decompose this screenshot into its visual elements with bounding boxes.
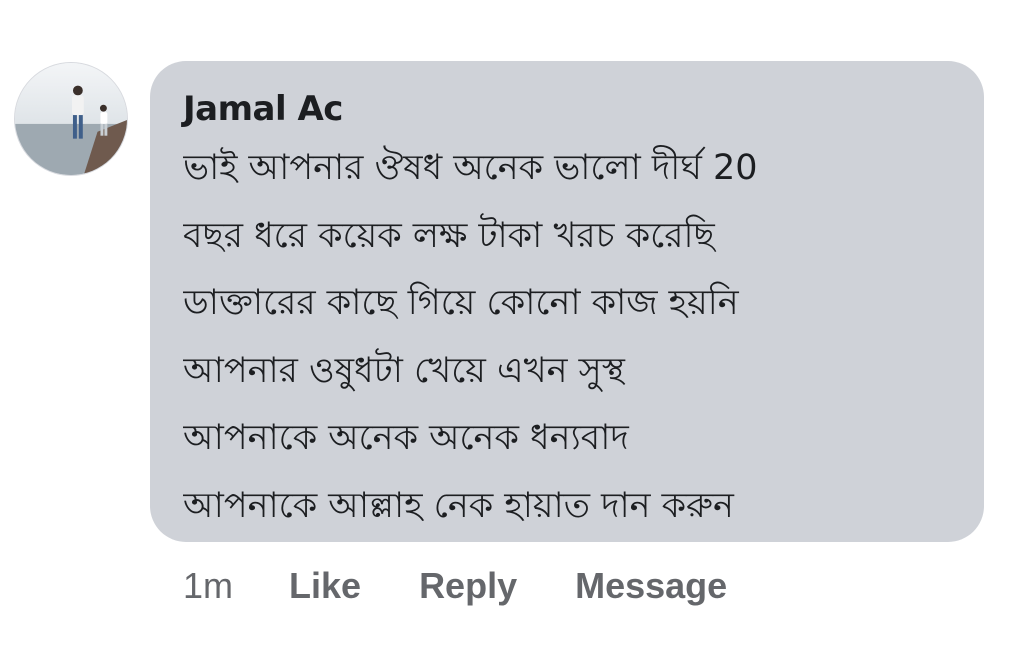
comment-text-line: আপনাকে অনেক অনেক ধন্যবাদ — [183, 418, 629, 458]
profile-photo-icon — [15, 63, 127, 175]
comment-text-line: আপনার ওষুধটা খেয়ে এখন সুস্থ — [183, 350, 625, 391]
comment-text-line: আপনাকে আল্লাহ নেক হায়াত দান করুন — [183, 485, 734, 526]
comment-text-line: ডাক্তারের কাছে গিয়ে কোনো কাজ হয়নি — [183, 283, 739, 323]
comment-text: ভাই আপনার ঔষধ অনেক ভালো দীর্ঘ 20 বছর ধরে… — [183, 135, 954, 540]
like-button[interactable]: Like — [289, 565, 361, 607]
message-button[interactable]: Message — [575, 565, 727, 607]
comment-bubble: Jamal Ac ভাই আপনার ঔষধ অনেক ভালো দীর্ঘ 2… — [150, 61, 984, 542]
comment-actions: 1m Like Reply Message — [183, 562, 727, 610]
comment: Jamal Ac ভাই আপনার ঔষধ অনেক ভালো দীর্ঘ 2… — [0, 0, 1026, 650]
comment-text-line: ভাই আপনার ঔষধ অনেক ভালো দীর্ঘ 20 — [183, 148, 758, 188]
comment-timestamp[interactable]: 1m — [183, 565, 233, 607]
avatar[interactable] — [14, 62, 128, 176]
comment-author[interactable]: Jamal Ac — [183, 89, 954, 129]
reply-button[interactable]: Reply — [419, 565, 517, 607]
comment-text-line: বছর ধরে কয়েক লক্ষ টাকা খরচ করেছি — [183, 215, 715, 256]
